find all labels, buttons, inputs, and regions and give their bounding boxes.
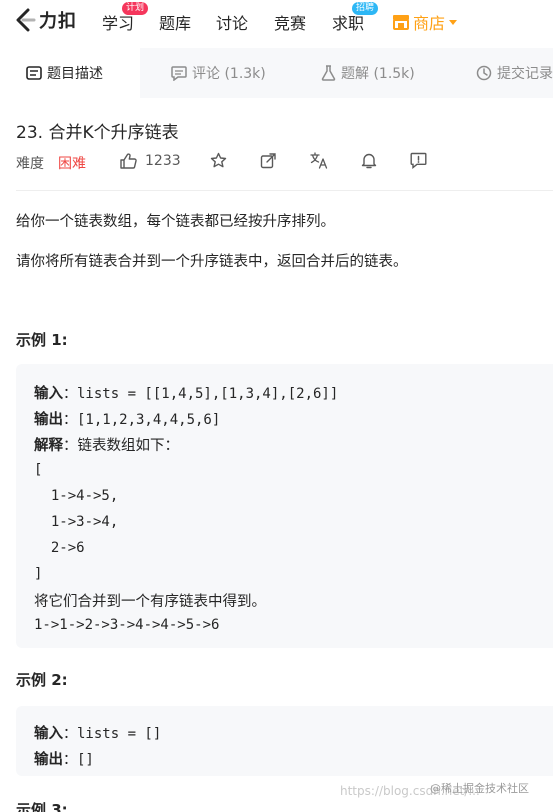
nav-item-discuss[interactable]: 讨论 [216, 10, 248, 34]
code-line: 2->6 [34, 540, 85, 556]
code-line: 1->3->4, [34, 514, 119, 530]
document-icon [26, 66, 42, 80]
star-icon[interactable] [210, 152, 227, 169]
description-paragraph: 请你将所有链表合并到一个升序链表中，返回合并后的链表。 [16, 254, 408, 270]
problem-meta: 难度 困难 1233 [16, 151, 553, 173]
divider [16, 190, 553, 191]
tab-label: 题目描述 [47, 66, 103, 82]
merge-note: 将它们合并到一个有序链表中得到。 [34, 594, 266, 610]
example-code-block: 输入：lists = [[1,4,5],[1,3,4],[2,6]] 输出：[1… [16, 364, 553, 648]
problem-title: 23. 合并K个升序链表 [16, 123, 179, 143]
output-label: 输出 [34, 752, 63, 768]
example-input: 输入：lists = [[1,4,5],[1,3,4],[2,6]] [34, 382, 338, 403]
shop-label: 商店 [413, 14, 446, 33]
input-value: ：lists = [[1,4,5],[1,3,4],[2,6]] [63, 386, 339, 402]
tab-label: 评论 (1.3k) [192, 66, 266, 82]
example-code-block: 输入：lists = [] 输出：[] [16, 706, 553, 776]
nav-item-shop[interactable]: 商店 [392, 10, 458, 34]
leetcode-logo-icon [16, 8, 36, 32]
input-label: 输入 [34, 386, 63, 402]
explain-value: ：链表数组如下： [63, 438, 179, 454]
tab-solutions[interactable]: 题解 (1.5k) [321, 48, 415, 98]
output-label: 输出 [34, 412, 63, 428]
feedback-icon[interactable] [410, 152, 427, 169]
tab-label: 题解 (1.5k) [341, 66, 415, 82]
chevron-down-icon [449, 19, 458, 25]
share-icon[interactable] [260, 152, 277, 169]
output-value: ：[1,1,2,3,4,4,5,6] [63, 412, 221, 428]
site-watermark: @稀土掘金技术社区 [430, 782, 529, 795]
explain-label: 解释 [34, 438, 63, 454]
example-output: 输出：[1,1,2,3,4,4,5,6] [34, 408, 220, 429]
bell-icon[interactable] [361, 152, 377, 169]
clock-icon [476, 65, 492, 81]
flask-icon [321, 65, 336, 81]
problem-tabs: 题目描述 评论 (1.3k) 题解 (1.5k) 提交记录 [0, 48, 553, 98]
code-line: ] [34, 566, 43, 582]
top-navbar: 力扣 学习 计划 题库 讨论 竞赛 求职 招聘 商店 [0, 0, 553, 40]
example-title: 示例 3: [16, 801, 68, 812]
tab-comments[interactable]: 评论 (1.3k) [171, 48, 266, 98]
shop-icon [393, 15, 409, 30]
merge-result: 1->1->2->3->4->4->5->6 [34, 617, 220, 633]
example-title: 示例 2: [16, 671, 68, 689]
example-output: 输出：[] [34, 748, 94, 769]
input-label: 输入 [34, 726, 63, 742]
nav-item-problems[interactable]: 题库 [159, 10, 191, 34]
code-line: 1->4->5, [34, 488, 119, 504]
thumbs-up-icon [120, 153, 137, 169]
difficulty-label: 难度 [16, 156, 44, 172]
nav-item-contest[interactable]: 竞赛 [274, 10, 306, 34]
tab-submissions[interactable]: 提交记录 [476, 48, 553, 98]
input-value: ：lists = [] [63, 726, 162, 742]
nav-badge-hiring: 招聘 [352, 2, 379, 15]
like-button[interactable]: 1233 [120, 153, 181, 169]
description-paragraph: 给你一个链表数组，每个链表都已经按升序排列。 [16, 214, 335, 230]
tab-label: 提交记录 [497, 66, 553, 82]
tab-description[interactable]: 题目描述 [0, 48, 140, 98]
translate-icon[interactable] [310, 152, 328, 169]
difficulty-badge: 困难 [58, 156, 86, 172]
code-line: [ [34, 462, 43, 478]
example-explanation: 解释：链表数组如下： [34, 434, 179, 455]
logo-text: 力扣 [39, 11, 77, 32]
like-count: 1233 [145, 153, 181, 169]
example-input: 输入：lists = [] [34, 722, 161, 743]
nav-badge-plan: 计划 [122, 2, 149, 15]
example-title: 示例 1: [16, 331, 68, 349]
logo[interactable]: 力扣 [14, 7, 77, 33]
output-value: ：[] [63, 752, 94, 768]
comment-icon [171, 65, 187, 81]
